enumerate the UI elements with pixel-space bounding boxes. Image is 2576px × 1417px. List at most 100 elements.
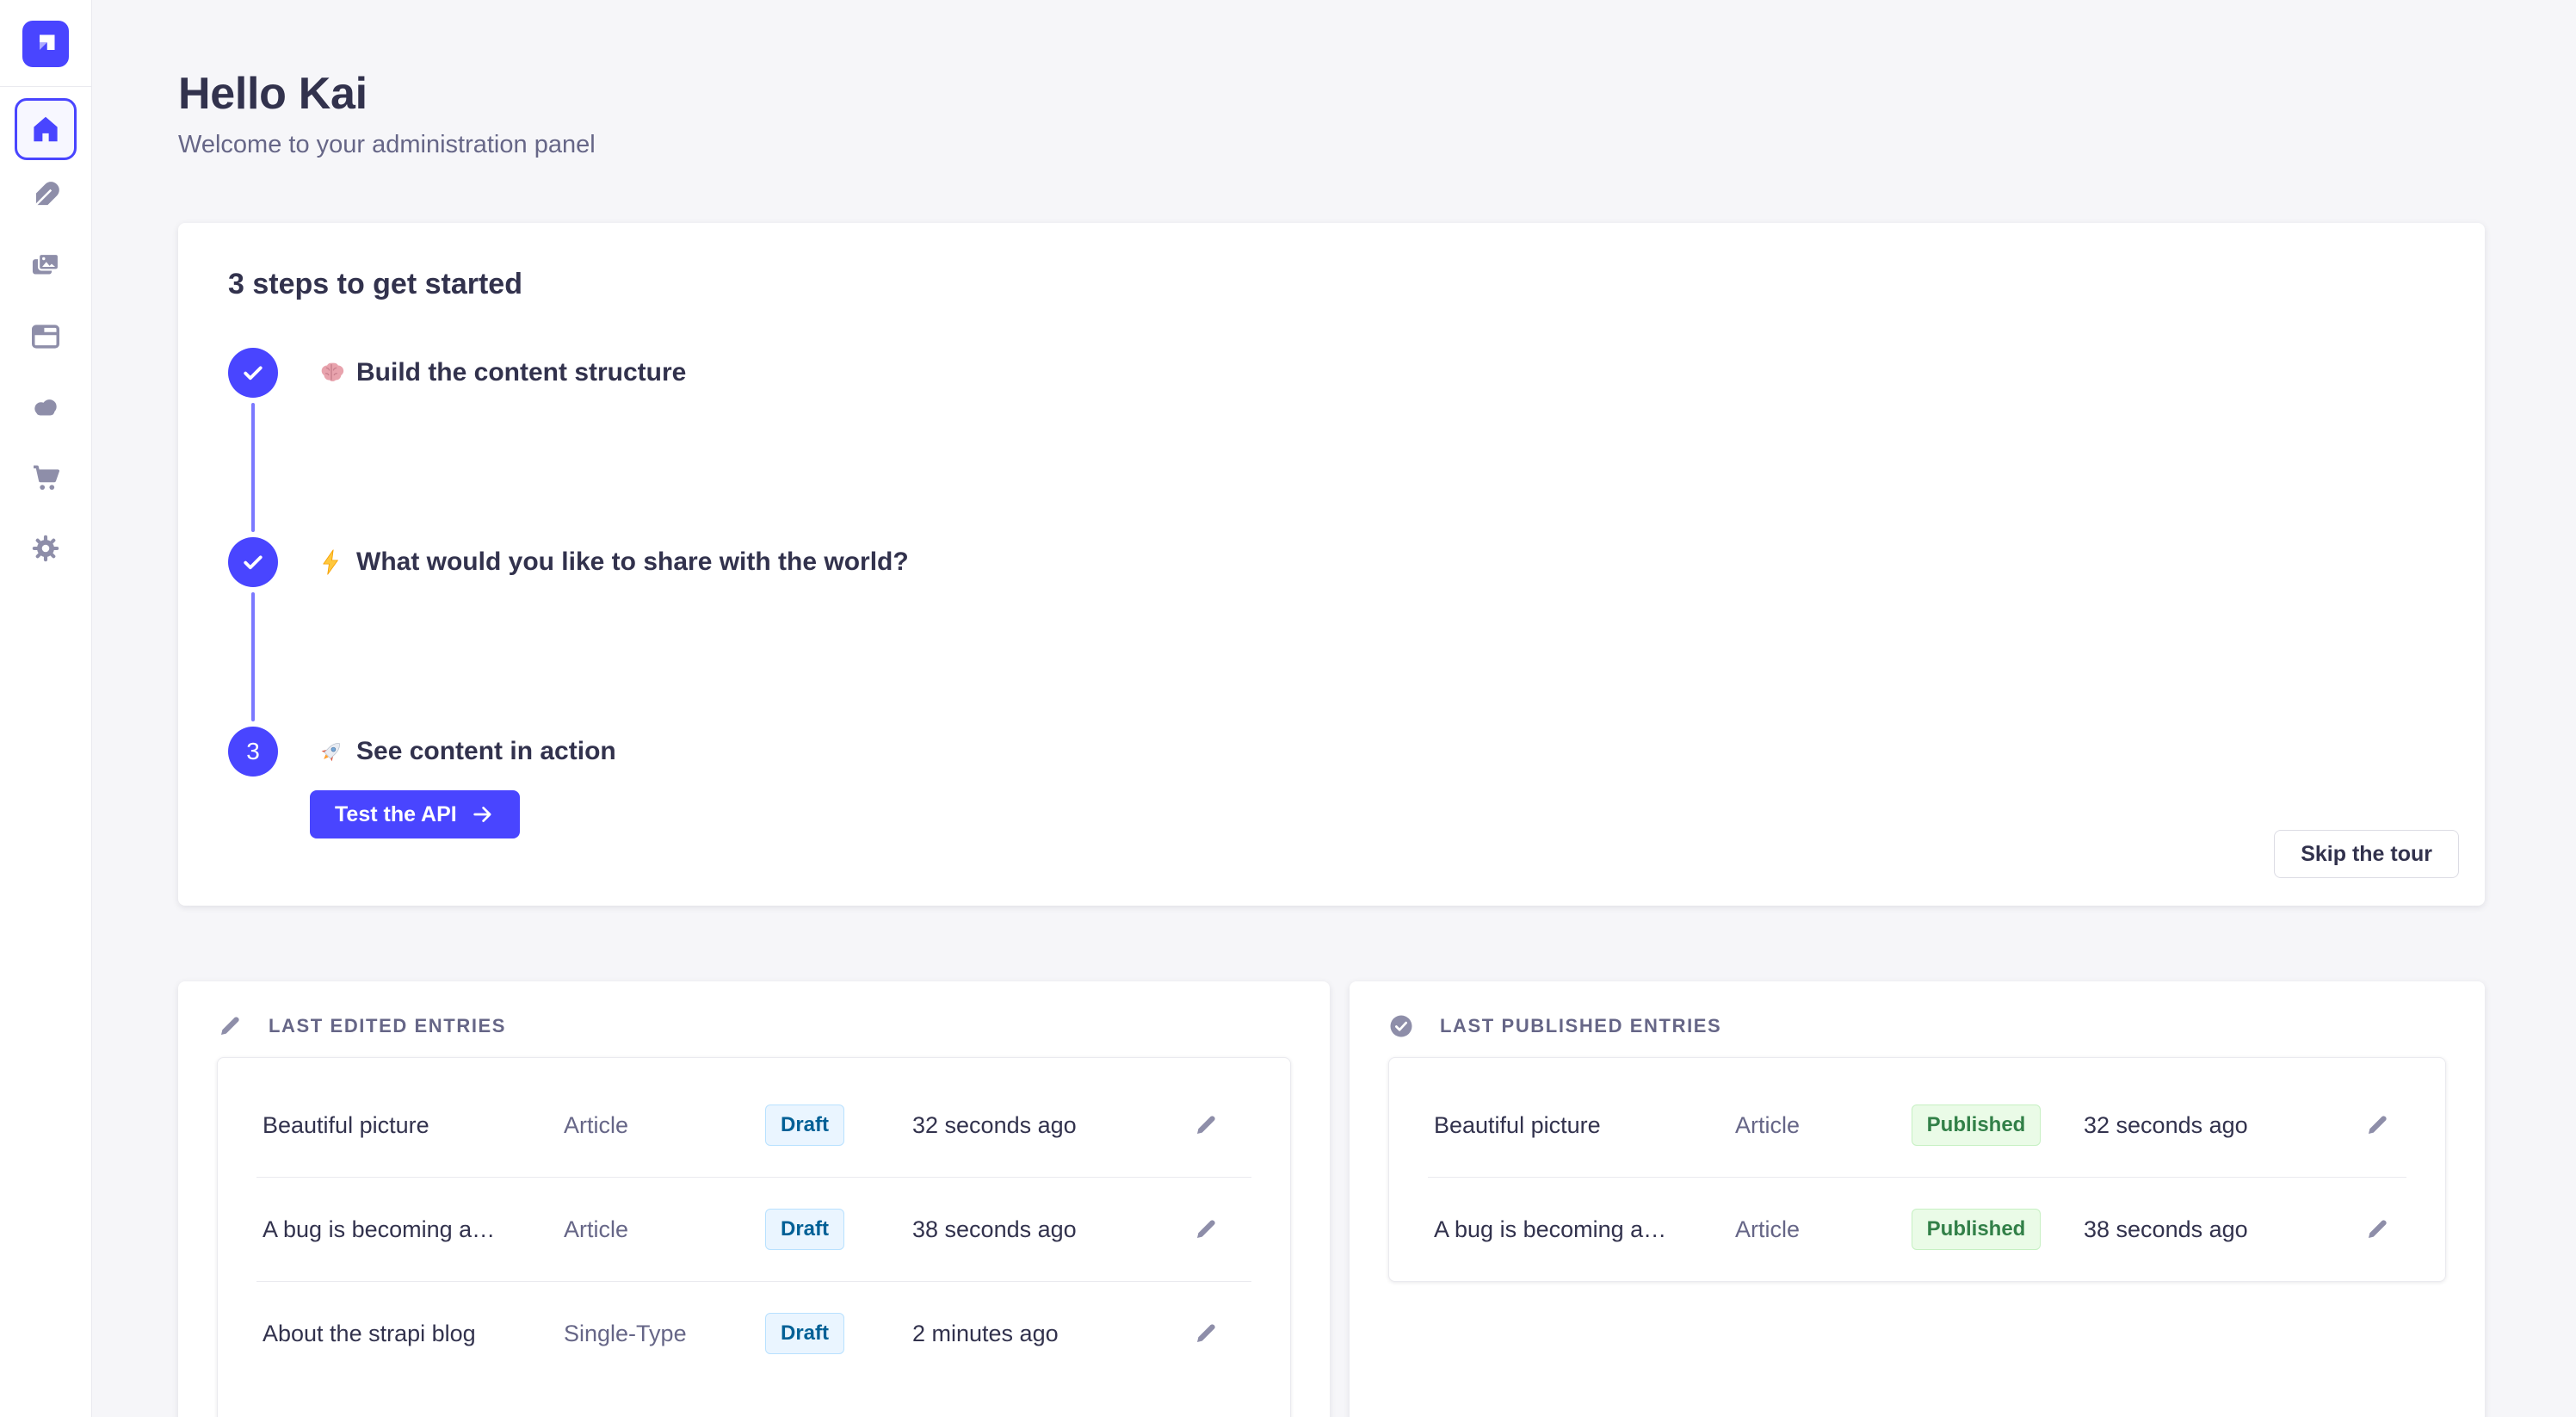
sidebar-item-marketplace[interactable]	[10, 442, 81, 513]
cloud-icon	[29, 391, 62, 424]
entry-title: A bug is becoming a…	[263, 1216, 564, 1243]
step-2-done-circle	[228, 537, 278, 587]
strapi-logo-icon	[28, 26, 64, 62]
sidebar-item-settings[interactable]	[10, 513, 81, 584]
pencil-icon	[2364, 1112, 2390, 1138]
sidebar-item-deploy[interactable]	[10, 372, 81, 442]
tour-steps: Build the content structure	[228, 348, 2433, 838]
entry-time: 32 seconds ago	[891, 1112, 1175, 1139]
status-badge: Draft	[765, 1209, 844, 1250]
step-3-number: 3	[246, 738, 260, 765]
pencil-icon	[217, 1013, 243, 1039]
step-2-label-row: What would you like to share with the wo…	[317, 548, 909, 577]
table-row[interactable]: A bug is becoming a… Article Published 3…	[1389, 1178, 2445, 1281]
gear-icon	[29, 532, 62, 565]
entry-time: 38 seconds ago	[891, 1216, 1175, 1243]
entry-type: Article	[564, 1112, 719, 1139]
entry-title: About the strapi blog	[263, 1321, 564, 1347]
tour-step-3: 3 See content in action	[228, 727, 2433, 777]
last-edited-table: Beautiful picture Article Draft 32 secon…	[217, 1057, 1291, 1417]
entry-type: Single-Type	[564, 1321, 719, 1347]
strapi-logo[interactable]	[22, 21, 69, 67]
entry-title: Beautiful picture	[263, 1112, 564, 1139]
step-1-done-circle	[228, 348, 278, 398]
last-edited-title: LAST EDITED ENTRIES	[269, 1015, 506, 1037]
check-icon	[240, 360, 266, 386]
pencil-icon	[2364, 1216, 2390, 1242]
edit-entry-button[interactable]	[1188, 1107, 1224, 1143]
status-badge-cell: Draft	[765, 1313, 844, 1354]
last-edited-header: LAST EDITED ENTRIES	[217, 1009, 1291, 1043]
status-badge: Published	[1912, 1105, 2042, 1146]
tour-step-2: What would you like to share with the wo…	[228, 537, 2433, 587]
entry-type: Article	[1735, 1216, 1890, 1243]
pencil-icon	[1193, 1216, 1219, 1242]
step-3-label: See content in action	[356, 737, 616, 766]
status-badge-cell: Draft	[765, 1209, 844, 1250]
tour-title: 3 steps to get started	[228, 268, 2433, 301]
edit-entry-button[interactable]	[2359, 1107, 2395, 1143]
brain-emoji-icon	[317, 358, 346, 387]
last-published-header: LAST PUBLISHED ENTRIES	[1388, 1009, 2446, 1043]
entry-type: Article	[1735, 1112, 1890, 1139]
arrow-right-icon	[471, 802, 495, 826]
entry-title: A bug is becoming a…	[1434, 1216, 1735, 1243]
status-badge-cell: Draft	[765, 1105, 844, 1146]
page-subtitle: Welcome to your administration panel	[178, 131, 2485, 159]
step-connector	[251, 403, 255, 532]
sidebar-item-media-library[interactable]	[10, 231, 81, 301]
table-row[interactable]: About the strapi blog Single-Type Draft …	[218, 1282, 1290, 1385]
status-badge-cell: Published	[1912, 1105, 2042, 1146]
layout-icon	[29, 320, 62, 353]
tour-step-1: Build the content structure	[228, 348, 2433, 398]
pencil-icon	[1193, 1321, 1219, 1346]
sidebar-item-content-type-builder[interactable]	[10, 301, 81, 372]
last-published-entries-card: LAST PUBLISHED ENTRIES Beautiful picture…	[1350, 981, 2485, 1417]
feather-icon	[29, 179, 62, 212]
status-badge: Draft	[765, 1313, 844, 1354]
entry-title: Beautiful picture	[1434, 1112, 1735, 1139]
cta-row: Test the API	[310, 790, 2433, 838]
edit-entry-button[interactable]	[1188, 1315, 1224, 1352]
sidebar	[0, 0, 92, 1417]
sidebar-nav	[0, 87, 91, 584]
skip-the-tour-button[interactable]: Skip the tour	[2274, 830, 2459, 878]
test-the-api-label: Test the API	[335, 802, 457, 827]
page-title: Hello Kai	[178, 69, 2485, 119]
entry-time: 2 minutes ago	[891, 1321, 1175, 1347]
table-row[interactable]: A bug is becoming a… Article Draft 38 se…	[218, 1178, 1290, 1281]
sidebar-item-home[interactable]	[15, 98, 77, 160]
test-the-api-button[interactable]: Test the API	[310, 790, 520, 838]
table-row[interactable]: Beautiful picture Article Published 32 s…	[1389, 1074, 2445, 1177]
step-3-label-row: See content in action	[317, 737, 616, 766]
app-window: Hello Kai Welcome to your administration…	[0, 0, 2576, 1417]
entry-type: Article	[564, 1216, 719, 1243]
entry-time: 32 seconds ago	[2062, 1112, 2346, 1139]
status-badge: Published	[1912, 1209, 2042, 1250]
step-connector	[251, 592, 255, 721]
status-badge: Draft	[765, 1105, 844, 1146]
step-1-label-row: Build the content structure	[317, 358, 686, 387]
table-row[interactable]: Beautiful picture Article Draft 32 secon…	[218, 1074, 1290, 1177]
check-icon	[240, 549, 266, 575]
sidebar-item-content-manager[interactable]	[10, 160, 81, 231]
guided-tour-card: 3 steps to get started	[178, 223, 2485, 906]
status-badge-cell: Published	[1912, 1209, 2042, 1250]
last-published-table: Beautiful picture Article Published 32 s…	[1388, 1057, 2446, 1282]
step-3-number-circle: 3	[228, 727, 278, 777]
home-icon	[29, 113, 62, 145]
cart-icon	[29, 461, 62, 494]
pictures-icon	[29, 250, 62, 282]
edit-entry-button[interactable]	[1188, 1211, 1224, 1247]
step-2-label: What would you like to share with the wo…	[356, 548, 909, 577]
lightning-emoji-icon	[317, 548, 346, 577]
pencil-icon	[1193, 1112, 1219, 1138]
rocket-emoji-icon	[317, 737, 346, 766]
entries-columns: LAST EDITED ENTRIES Beautiful picture Ar…	[178, 981, 2485, 1417]
edit-entry-button[interactable]	[2359, 1211, 2395, 1247]
main-content: Hello Kai Welcome to your administration…	[92, 0, 2576, 1417]
last-published-title: LAST PUBLISHED ENTRIES	[1440, 1015, 1721, 1037]
check-circle-icon	[1388, 1013, 1414, 1039]
last-edited-entries-card: LAST EDITED ENTRIES Beautiful picture Ar…	[178, 981, 1330, 1417]
step-1-label: Build the content structure	[356, 358, 686, 387]
